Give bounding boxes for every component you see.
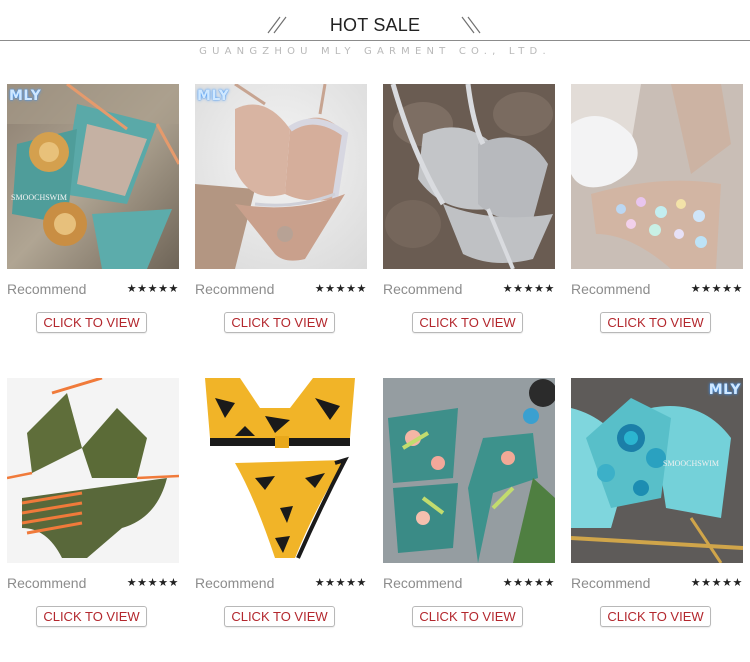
recommend-row: Recommend ★★★★★ [571,280,743,298]
click-to-view-button[interactable]: CLICK TO VIEW [36,606,147,627]
click-to-view-button[interactable]: CLICK TO VIEW [412,312,523,333]
recommend-row: Recommend ★★★★★ [7,280,179,298]
recommend-row: Recommend ★★★★★ [195,280,367,298]
rating-stars-icon: ★★★★★ [314,283,367,295]
click-to-view-button[interactable]: CLICK TO VIEW [600,312,711,333]
click-to-view-button[interactable]: CLICK TO VIEW [600,606,711,627]
rating-stars-icon: ★★★★★ [314,577,367,589]
watermark-text: SMOOCHSWIM [663,459,719,468]
recommend-row: Recommend ★★★★★ [383,574,555,592]
rating-stars-icon: ★★★★★ [502,283,555,295]
recommend-label: Recommend [571,281,651,297]
click-to-view-button[interactable]: CLICK TO VIEW [412,606,523,627]
brand-tag: MLY [708,382,741,398]
recommend-label: Recommend [571,575,651,591]
recommend-label: Recommend [7,281,87,297]
rating-stars-icon: ★★★★★ [126,577,179,589]
product-photo[interactable] [571,84,743,269]
click-to-view-button[interactable]: CLICK TO VIEW [224,606,335,627]
recommend-label: Recommend [383,575,463,591]
rating-stars-icon: ★★★★★ [502,577,555,589]
product-photo[interactable] [383,378,555,563]
rating-stars-icon: ★★★★★ [690,577,743,589]
product-photo[interactable] [195,378,367,563]
section-title: HOT SALE [330,10,420,40]
section-title-hot: HOT [329,15,369,35]
recommend-label: Recommend [195,575,275,591]
recommend-row: Recommend ★★★★★ [195,574,367,592]
recommend-label: Recommend [383,281,463,297]
title-divider [0,40,750,41]
brand-tag: MLY [197,88,230,104]
product-photo[interactable]: MLY [195,84,367,269]
click-to-view-button[interactable]: CLICK TO VIEW [224,312,335,333]
product-photo[interactable]: SMOOCHSWIM MLY [7,84,179,269]
rating-stars-icon: ★★★★★ [690,283,743,295]
product-photo[interactable] [7,378,179,563]
product-photo[interactable]: SMOOCHSWIM MLY [571,378,743,563]
recommend-label: Recommend [195,281,275,297]
double-slash-right-icon [461,16,481,34]
recommend-label: Recommend [7,575,87,591]
company-subtitle: GUANGZHOU MLY GARMENT CO., LTD. [199,46,551,57]
recommend-row: Recommend ★★★★★ [571,574,743,592]
recommend-row: Recommend ★★★★★ [383,280,555,298]
brand-tag: MLY [9,88,42,104]
section-header: HOT SALE GUANGZHOU MLY GARMENT CO., LTD. [0,0,750,80]
section-title-sale: SALE [368,15,421,35]
recommend-row: Recommend ★★★★★ [7,574,179,592]
product-photo[interactable] [383,84,555,269]
watermark-text: SMOOCHSWIM [11,193,67,202]
click-to-view-button[interactable]: CLICK TO VIEW [36,312,147,333]
rating-stars-icon: ★★★★★ [126,283,179,295]
